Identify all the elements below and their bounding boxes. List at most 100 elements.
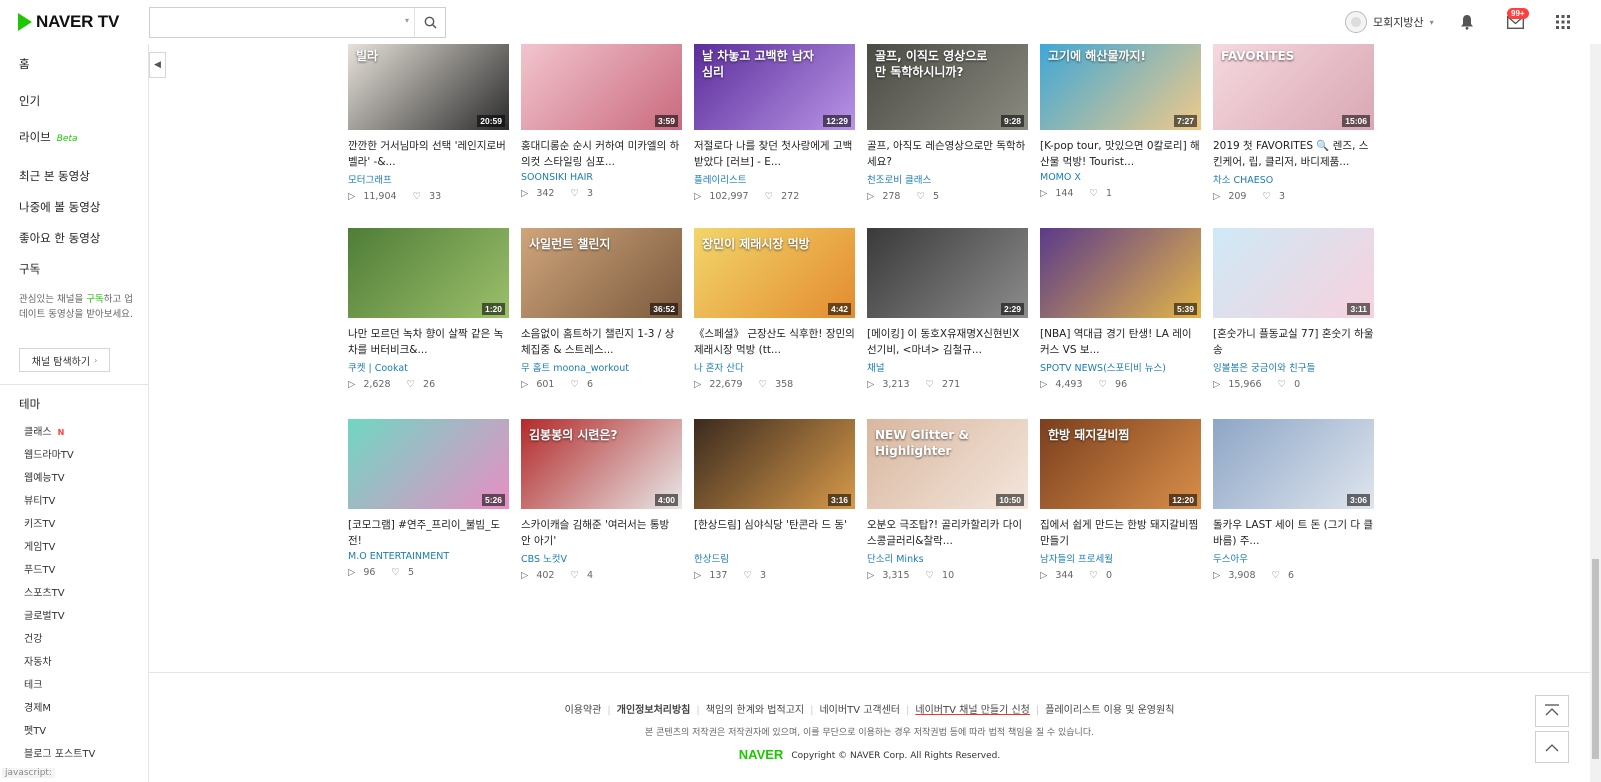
sidebar-item-popular[interactable]: 인기 [19,93,40,109]
video-card[interactable]: 고기에 해산물까지! 7:27 [K-pop tour, 맛있으면 0칼로리] 해산… [1040,40,1201,199]
theme-item[interactable]: 경제M [24,699,51,714]
footer-link-privacy[interactable]: 개인정보처리방침 [617,705,691,716]
footer-link-help[interactable]: 네이버TV 고객센터 [819,705,900,716]
video-thumbnail[interactable]: 3:16 [694,419,855,509]
video-channel[interactable]: MOMO X [1040,172,1201,183]
theme-item[interactable]: 스포츠TV [24,584,65,599]
video-card[interactable]: 김봉봉의 시련은? 4:00 스카이캐슬 김해준 '여러서는 통방 안 아기' CBS… [521,419,682,581]
theme-item[interactable]: 게임TV [24,538,55,553]
video-channel[interactable]: SPOTV NEWS(스포티비 뉴스) [1040,360,1201,374]
sidebar-item-live[interactable]: 라이브 Beta [19,129,78,145]
footer-link-terms[interactable]: 이용약관 [565,705,602,716]
video-thumbnail[interactable]: NEW Glitter & Highlighter 10:50 [867,419,1028,509]
scroll-up-button[interactable] [1535,731,1569,763]
video-title[interactable]: [코모그램] #연주_프리이_불빔_도전! [348,517,509,549]
video-card[interactable]: 3:16 [한상드림] 심야식당 '탄콘라 드 동' 한상드림 ▷ 137 ♡ 3 [694,419,855,581]
video-thumbnail[interactable]: 김봉봉의 시련은? 4:00 [521,419,682,509]
video-title[interactable]: [K-pop tour, 맛있으면 0칼로리] 해산물 먹방! Tourist.… [1040,138,1201,170]
video-card[interactable]: 3:59 홍대디롱순 순시 커하여 미카엘의 하의컷 스타일링 심포... SOON… [521,40,682,199]
video-channel[interactable]: 두스아우 [1213,551,1374,565]
theme-item[interactable]: 펫TV [24,722,46,737]
theme-item[interactable]: 키즈TV [24,515,55,530]
footer-link-legal[interactable]: 책임의 한계와 법적고지 [706,705,804,716]
video-channel[interactable]: 한상드림 [694,551,855,565]
video-channel[interactable]: 무 홈트 moona_workout [521,360,682,374]
video-title[interactable]: [메이킹] 이 동호X유재명X신현빈X선기비, <마녀> 김철규... [867,326,1028,358]
video-card[interactable]: 3:06 돌카우 LAST 세이 트 돈 (그기 다 클바름) 주... 두스아우 ▷… [1213,419,1374,581]
footer-link-create-channel[interactable]: 네이버TV 채널 만들기 신청 [915,705,1030,716]
video-channel[interactable]: 플레이리스트 [694,172,855,186]
user-menu[interactable]: 모회지방산 ▾ [1345,11,1434,33]
search-input[interactable] [150,8,400,37]
video-title[interactable]: 스카이캐슬 김해준 '여러서는 통방 안 아기' [521,517,682,549]
video-card[interactable]: 사일런트 챌린지 36:52 소음없이 홈트하기 챌린지 1-3 / 상체집중 & … [521,228,682,390]
video-thumbnail[interactable]: 고기에 해산물까지! 7:27 [1040,40,1201,130]
explore-channels-button[interactable]: 채널 탐색하기 › [19,348,110,372]
theme-item[interactable]: 블로그 포스트TV [24,745,95,760]
video-thumbnail[interactable]: 장민이 제래시장 먹방 4:42 [694,228,855,318]
theme-item[interactable]: 푸드TV [24,561,55,576]
video-channel[interactable]: 잉볼봄은 궁금이와 친구들 [1213,360,1374,374]
video-card[interactable]: 1:20 나만 모르던 녹차 향이 살짝 같은 녹차를 버터비크&... 쿠켓 | … [348,228,509,390]
video-card[interactable]: 3:11 [혼숫가니 플동교실 77] 혼숫기 하울송 잉볼봄은 궁금이와 친구들 ▷… [1213,228,1374,390]
page-scrollbar[interactable] [1590,44,1601,782]
video-title[interactable]: 소음없이 홈트하기 챌린지 1-3 / 상체집중 & 스트레스... [521,326,682,358]
naver-tv-logo[interactable]: NAVER TV [18,12,119,32]
naver-logo[interactable]: NAVER [739,747,784,762]
video-thumbnail[interactable]: 3:11 [1213,228,1374,318]
video-card[interactable]: 장민이 제래시장 먹방 4:42 《스페셜》 근장산도 식후한! 장민의 제래시장 … [694,228,855,390]
sidebar-collapse-button[interactable]: ◀ [149,52,166,78]
video-card[interactable]: 5:39 [NBA] 역대급 경기 탄생! LA 레이커스 VS 보... SPOT… [1040,228,1201,390]
video-channel[interactable]: 천조로비 클래스 [867,172,1028,186]
theme-item[interactable]: 건강 [24,630,42,645]
video-title[interactable]: 골프, 아직도 레슨영상으로만 독학하세요? [867,138,1028,170]
scroll-top-button[interactable] [1535,695,1569,727]
video-channel[interactable]: 남자들의 프로세월 [1040,551,1201,565]
video-thumbnail[interactable]: 빌라 20:59 [348,40,509,130]
theme-item-class[interactable]: 클래스 N [24,423,64,438]
video-channel[interactable]: 쿠켓 | Cookat [348,360,509,374]
video-thumbnail[interactable]: 1:20 [348,228,509,318]
video-channel[interactable]: 차소 CHAESO [1213,172,1374,186]
footer-link-playlist-policy[interactable]: 플레이리스트 이용 및 운영원칙 [1045,705,1174,716]
video-thumbnail[interactable]: 2:29 [867,228,1028,318]
video-card[interactable]: FAVORITES 15:06 2019 첫 FAVORITES 🔍 렌즈, 스킨케… [1213,40,1374,202]
scrollbar-thumb[interactable] [1592,559,1599,759]
video-title[interactable]: 홍대디롱순 순시 커하여 미카엘의 하의컷 스타일링 심포... [521,138,682,170]
video-title[interactable]: [혼숫가니 플동교실 77] 혼숫기 하울송 [1213,326,1374,358]
search-button[interactable] [414,8,445,37]
video-thumbnail[interactable]: 5:26 [348,419,509,509]
video-title[interactable]: 《스페셜》 근장산도 식후한! 장민의 제래시장 먹방 (tt... [694,326,855,358]
video-title[interactable]: 2019 첫 FAVORITES 🔍 렌즈, 스킨케어, 립, 클리저, 바디제… [1213,138,1374,170]
video-title[interactable]: 돌카우 LAST 세이 트 돈 (그기 다 클바름) 주... [1213,517,1374,549]
video-card[interactable]: 골프, 이직도 영상으로만 독학하시니까? 9:28 골프, 아직도 레슨영상으로만… [867,40,1028,202]
theme-item[interactable]: 테크 [24,676,42,691]
notification-button[interactable] [1457,12,1477,32]
video-title[interactable]: 저절로다 나를 찾던 첫사랑에게 고백 받았다 [러브] - E... [694,138,855,170]
sidebar-item-liked[interactable]: 좋아요 한 동영상 [19,230,100,246]
video-channel[interactable]: 나 혼자 산다 [694,360,855,374]
video-thumbnail[interactable]: FAVORITES 15:06 [1213,40,1374,130]
video-title[interactable]: 깐깐한 거서님마의 선택 '레인지로버 벨라' -&... [348,138,509,170]
search-autocomplete-arrow-icon[interactable]: ▾ [405,16,409,25]
video-card[interactable]: 5:26 [코모그램] #연주_프리이_불빔_도전! M.O ENTERTAINME… [348,419,509,578]
video-thumbnail[interactable]: 골프, 이직도 영상으로만 독학하시니까? 9:28 [867,40,1028,130]
app-menu-button[interactable] [1553,12,1573,32]
theme-item[interactable]: 글로벌TV [24,607,65,622]
theme-item[interactable]: 뷰티TV [24,492,55,507]
video-card[interactable]: 2:29 [메이킹] 이 동호X유재명X신현빈X선기비, <마녀> 김철규... 채… [867,228,1028,390]
theme-item[interactable]: 웹드라마TV [24,446,74,461]
sidebar-item-recent[interactable]: 최근 본 동영상 [19,168,90,184]
video-channel[interactable]: CBS 노컷V [521,551,682,565]
video-channel[interactable]: 채널 [867,360,1028,374]
video-title[interactable]: 집에서 쉽게 만드는 한방 돼지갈비찜 만들기 [1040,517,1201,549]
video-card[interactable]: 날 차놓고 고백한 남자 심리 12:29 저절로다 나를 찾던 첫사랑에게 고백 … [694,40,855,202]
theme-item[interactable]: 자동차 [24,653,52,668]
video-thumbnail[interactable]: 사일런트 챌린지 36:52 [521,228,682,318]
video-thumbnail[interactable]: 3:59 [521,40,682,130]
video-title[interactable]: [NBA] 역대급 경기 탄생! LA 레이커스 VS 보... [1040,326,1201,358]
video-title[interactable]: 나만 모르던 녹차 향이 살짝 같은 녹차를 버터비크&... [348,326,509,358]
video-thumbnail[interactable]: 한방 돼지갈비찜 12:20 [1040,419,1201,509]
sidebar-item-watch-later[interactable]: 나중에 볼 동영상 [19,199,100,215]
video-card[interactable]: 한방 돼지갈비찜 12:20 집에서 쉽게 만드는 한방 돼지갈비찜 만들기남자들의… [1040,419,1201,581]
